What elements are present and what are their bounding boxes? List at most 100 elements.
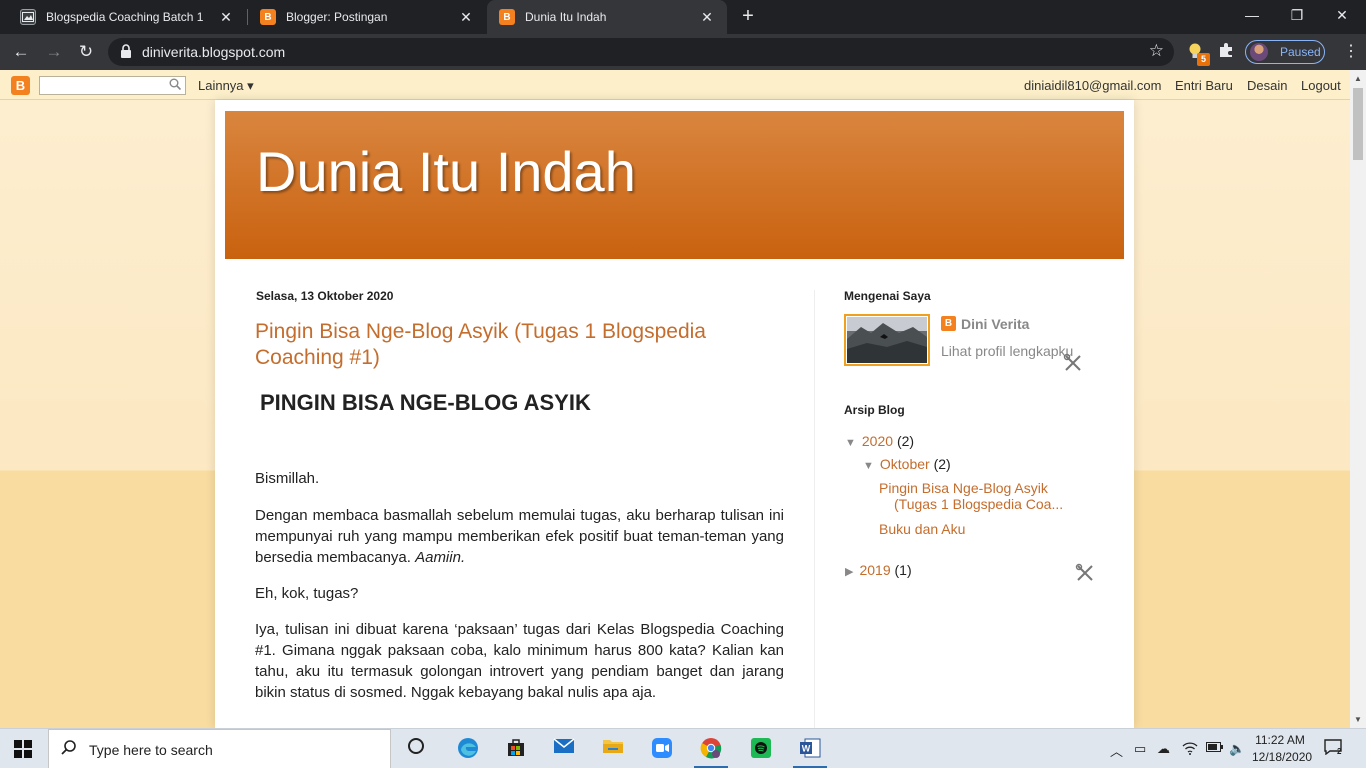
archive-count: (2) — [933, 456, 951, 472]
archive-count: (2) — [896, 433, 915, 449]
blog-search-input[interactable] — [39, 76, 186, 95]
chrome-browser-icon[interactable] — [698, 737, 724, 761]
zoom-app-icon[interactable] — [649, 737, 675, 761]
profile-paused-button[interactable]: Paused — [1245, 40, 1325, 64]
post-title-link[interactable]: Pingin Bisa Nge-Blog Asyik (Tugas 1 Blog… — [255, 319, 795, 371]
profile-photo[interactable] — [844, 314, 930, 366]
clock-time: 11:22 AM — [1255, 733, 1305, 747]
page-scrollbar[interactable]: ▲ ▼ — [1350, 70, 1366, 728]
browser-tab-strip: Blogspedia Coaching Batch 1 ✕ B Blogger:… — [0, 0, 1366, 34]
expand-down-icon[interactable]: ▼ — [863, 460, 874, 472]
archive-year-2019[interactable]: ▶ 2019 (1) — [845, 562, 912, 578]
profile-avatar — [1250, 43, 1268, 61]
profile-name-link[interactable]: Dini Verita — [961, 316, 1029, 332]
archive-month-label[interactable]: Oktober — [880, 456, 930, 472]
taskbar-search-box[interactable]: Type here to search — [48, 729, 391, 768]
post-paragraph-2-text: Dengan membaca basmallah sebelum memulai… — [255, 507, 784, 566]
logout-link[interactable]: Logout — [1301, 78, 1341, 93]
back-icon[interactable]: ← — [9, 40, 33, 64]
blog-title[interactable]: Dunia Itu Indah — [256, 139, 636, 204]
close-window-icon[interactable]: ✕ — [1320, 0, 1364, 30]
microsoft-store-icon[interactable] — [503, 737, 529, 761]
battery-icon[interactable] — [1206, 741, 1224, 756]
search-icon — [61, 740, 77, 761]
new-tab-button[interactable]: + — [737, 5, 759, 29]
blogger-favicon-icon: B — [499, 9, 515, 25]
extension-badge: 5 — [1197, 53, 1210, 66]
archive-post-link-2[interactable]: Buku dan Aku — [879, 521, 965, 537]
bookmark-star-icon[interactable]: ☆ — [1149, 41, 1164, 61]
notification-center-icon[interactable]: 2 — [1322, 739, 1344, 759]
blogger-favicon-icon: B — [260, 9, 276, 25]
mail-icon[interactable] — [551, 737, 577, 761]
archive-heading: Arsip Blog — [844, 403, 905, 417]
scroll-down-icon[interactable]: ▼ — [1354, 715, 1362, 724]
volume-icon[interactable]: 🔈 — [1229, 741, 1245, 757]
close-tab-icon[interactable]: ✕ — [699, 9, 715, 26]
post-paragraph-2: Dengan membaca basmallah sebelum memulai… — [255, 505, 784, 568]
blogger-navbar: B Lainnya ▾ diniaidil810@gmail.com Entri… — [0, 70, 1350, 100]
design-link[interactable]: Desain — [1247, 78, 1287, 93]
tab-title: Dunia Itu Indah — [525, 10, 607, 24]
tab-dunia-itu-indah[interactable]: B Dunia Itu Indah ✕ — [487, 0, 727, 34]
spotify-icon[interactable] — [748, 737, 774, 761]
close-tab-icon[interactable]: ✕ — [458, 9, 474, 26]
onedrive-icon[interactable]: ☁ — [1157, 741, 1170, 757]
about-heading: Mengenai Saya — [844, 289, 931, 303]
profile-status-label: Paused — [1280, 45, 1321, 59]
tab-blogspedia[interactable]: Blogspedia Coaching Batch 1 ✕ — [8, 0, 246, 34]
post-paragraph-4: Iya, tulisan ini dibuat karena ‘paksaan’… — [255, 621, 784, 701]
tab-title: Blogspedia Coaching Batch 1 — [46, 10, 204, 24]
close-tab-icon[interactable]: ✕ — [218, 9, 234, 26]
restore-icon[interactable]: ❐ — [1275, 0, 1319, 30]
tab-title: Blogger: Postingan — [286, 10, 388, 24]
archive-post-link-1[interactable]: Pingin Bisa Nge-Blog Asyik (Tugas 1 Blog… — [879, 480, 1063, 512]
image-favicon-icon — [20, 9, 36, 25]
view-full-profile-link[interactable]: Lihat profil lengkapku — [941, 343, 1073, 359]
archive-year-label[interactable]: 2019 — [859, 562, 890, 578]
system-clock[interactable]: 11:22 AM 12/18/2020 — [1252, 732, 1313, 766]
clock-date: 12/18/2020 — [1252, 750, 1313, 764]
expand-down-icon[interactable]: ▼ — [845, 437, 856, 449]
minimize-icon[interactable]: — — [1230, 0, 1274, 30]
archive-year-label[interactable]: 2020 — [862, 433, 893, 449]
expand-right-icon[interactable]: ▶ — [845, 566, 853, 578]
chrome-menu-icon[interactable]: ⋮ — [1343, 42, 1359, 62]
blogger-logo-icon[interactable]: B — [11, 76, 30, 95]
post-date: Selasa, 13 Oktober 2020 — [256, 289, 394, 303]
user-email: diniaidil810@gmail.com — [1024, 78, 1162, 93]
more-menu[interactable]: Lainnya ▾ — [198, 78, 254, 94]
scroll-up-icon[interactable]: ▲ — [1354, 74, 1362, 83]
blog-header: Dunia Itu Indah — [225, 111, 1124, 259]
file-explorer-icon[interactable] — [600, 737, 626, 761]
archive-post-title-line: Pingin Bisa Nge-Blog Asyik — [879, 480, 1048, 496]
windows-taskbar: Type here to search W ︿ ▭ ☁ 🔈 11:22 AM 1… — [0, 728, 1366, 768]
microsoft-word-icon[interactable]: W — [797, 737, 823, 761]
svg-text:2: 2 — [1337, 747, 1342, 755]
task-view-icon[interactable] — [403, 737, 429, 761]
new-post-link[interactable]: Entri Baru — [1175, 78, 1233, 93]
meet-now-icon[interactable]: ▭ — [1134, 741, 1146, 757]
scrollbar-thumb[interactable] — [1353, 88, 1363, 160]
column-divider — [814, 290, 815, 730]
edit-gadget-tools-icon[interactable] — [1075, 563, 1095, 583]
post-paragraph-1: Bismillah. — [255, 470, 320, 487]
edit-gadget-tools-icon[interactable] — [1063, 353, 1083, 373]
url-text: diniverita.blogspot.com — [142, 44, 286, 60]
svg-text:W: W — [802, 744, 811, 754]
edge-browser-icon[interactable] — [455, 737, 481, 761]
forward-icon[interactable]: → — [42, 40, 66, 64]
archive-post-title-line: (Tugas 1 Blogspedia Coa... — [894, 496, 1064, 512]
profile-photo-image — [847, 317, 927, 363]
windows-start-icon[interactable] — [14, 740, 32, 758]
show-hidden-icons-icon[interactable]: ︿ — [1110, 741, 1123, 760]
search-icon[interactable] — [169, 78, 182, 93]
archive-month-oktober[interactable]: ▼ Oktober (2) — [863, 456, 951, 472]
address-bar[interactable]: diniverita.blogspot.com ☆ — [108, 38, 1174, 66]
archive-year-2020[interactable]: ▼ 2020 (2) — [845, 433, 914, 449]
network-wifi-icon[interactable] — [1182, 741, 1198, 758]
reload-icon[interactable]: ↻ — [74, 40, 98, 64]
tab-blogger-postingan[interactable]: B Blogger: Postingan ✕ — [248, 0, 486, 34]
extensions-puzzle-icon[interactable] — [1216, 42, 1236, 62]
blogger-profile-icon: B — [941, 316, 956, 331]
